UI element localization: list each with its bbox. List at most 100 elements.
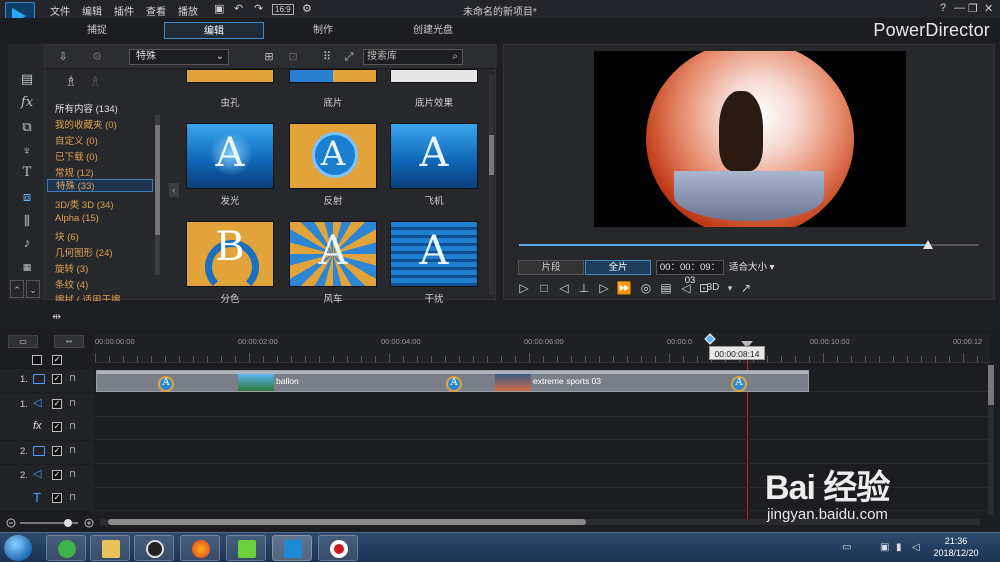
expand-up-icon[interactable]: ⌃ xyxy=(10,280,24,298)
menu-edit[interactable]: 编辑 xyxy=(82,3,102,18)
category-item[interactable]: 几何图形 (24) xyxy=(55,245,113,259)
tab-edit[interactable]: 编辑 xyxy=(164,22,264,39)
track-enable-checkbox[interactable]: ✓ xyxy=(52,470,62,480)
fit-timeline-icon[interactable]: ⇿ xyxy=(54,335,84,348)
track-lock-icon[interactable]: ⊓ xyxy=(69,398,78,409)
track-enable-checkbox[interactable]: ✓ xyxy=(52,493,62,503)
track-lock-icon[interactable]: ⊓ xyxy=(69,421,78,432)
transition-thumbnail[interactable] xyxy=(390,69,478,83)
transition-marker-icon[interactable] xyxy=(731,376,747,392)
preview-scrub-handle[interactable] xyxy=(923,240,934,249)
title-icon[interactable]: T xyxy=(18,164,36,182)
library-scrollbar[interactable] xyxy=(489,75,494,295)
settings-gear-icon[interactable]: ⚙ xyxy=(302,2,312,15)
fast-forward-icon[interactable]: ⏩ xyxy=(616,280,632,296)
voice-icon[interactable]: ♪ xyxy=(18,234,36,252)
video-preview[interactable] xyxy=(594,51,906,227)
fx-icon[interactable]: fx xyxy=(18,94,36,112)
remove-favorite-icon[interactable]: ♗ xyxy=(87,73,103,89)
particle-icon[interactable]: ♆ xyxy=(18,142,36,160)
tab-capture[interactable]: 捕捉 xyxy=(47,22,147,39)
transition-thumbnail-reflect[interactable]: A xyxy=(289,123,377,189)
stop-icon[interactable]: □ xyxy=(536,280,552,296)
track-lock-icon[interactable]: ⊓ xyxy=(69,445,78,456)
undo-icon[interactable]: ↶ xyxy=(234,2,243,15)
ie-icon[interactable] xyxy=(46,535,86,561)
menu-view[interactable]: 查看 xyxy=(146,3,166,18)
qq-icon[interactable] xyxy=(134,535,174,561)
category-item[interactable]: 旋转 (3) xyxy=(55,261,88,275)
recorder-icon[interactable] xyxy=(318,535,358,561)
timeline-zoom-control[interactable] xyxy=(6,517,96,529)
previous-frame-icon[interactable]: ◁ xyxy=(556,280,572,296)
play-icon[interactable]: ▷ xyxy=(516,280,532,296)
restore-button[interactable]: ❐ xyxy=(968,2,978,15)
3d-dropdown-icon[interactable]: ▾ xyxy=(722,280,738,296)
category-item[interactable]: 我的收藏夹 (0) xyxy=(55,117,117,131)
resize-icon[interactable]: ⤢ xyxy=(341,49,357,65)
timeline-horizontal-scroll-thumb[interactable] xyxy=(108,519,586,525)
tray-security-icon[interactable]: ▣ xyxy=(880,542,892,553)
library-scroll-thumb[interactable] xyxy=(489,135,494,175)
add-favorite-icon[interactable]: ♗ xyxy=(63,73,79,89)
help-button[interactable]: ? xyxy=(940,2,946,14)
track-row-fx[interactable]: fx ✓ ⊓ xyxy=(0,417,990,440)
start-button[interactable] xyxy=(4,535,32,561)
track-lock-icon[interactable]: ⊓ xyxy=(69,492,78,503)
transition-icon[interactable]: ⧈ xyxy=(18,188,36,206)
all-tracks-checkbox[interactable]: ✓ xyxy=(52,355,62,365)
category-item-selected[interactable]: 特殊 (33) xyxy=(47,179,153,192)
tab-create-disc[interactable]: 创建光盘 xyxy=(383,22,483,39)
designer-icon[interactable]: ⊡ xyxy=(285,49,301,65)
timeline-ruler[interactable]: 00:00:00:00 00:00:02:00 00:00:04:00 00:00:0… xyxy=(95,333,990,363)
popout-icon[interactable]: ↗ xyxy=(738,280,754,296)
firefox-icon[interactable] xyxy=(180,535,220,561)
marker-icon[interactable] xyxy=(701,333,719,345)
transition-thumbnail-split[interactable]: B xyxy=(186,221,274,287)
track-enable-checkbox[interactable]: ✓ xyxy=(52,399,62,409)
minimize-button[interactable]: — xyxy=(954,2,965,14)
redo-icon[interactable]: ↷ xyxy=(254,2,263,15)
split-icon[interactable]: ⊥ xyxy=(576,280,592,296)
search-icon[interactable]: ⌕ xyxy=(452,50,458,64)
aspect-ratio-button[interactable]: 16:9 xyxy=(272,4,294,15)
pip-icon[interactable]: ⧉ xyxy=(18,118,36,136)
media-room-icon[interactable]: ▤ xyxy=(18,70,36,88)
category-item[interactable]: 所有内容 (134) xyxy=(55,101,118,115)
preview-scrub-remaining[interactable] xyxy=(928,244,979,246)
fit-size-select[interactable]: 适合大小 ▾ xyxy=(729,260,789,275)
expand-down-icon[interactable]: ⌄ xyxy=(26,280,40,298)
tray-keyboard-icon[interactable]: ▭ xyxy=(842,542,854,553)
close-button[interactable]: ✕ xyxy=(984,2,993,15)
library-search-input[interactable]: 搜索库 ⌕ xyxy=(363,49,463,65)
chapter-icon[interactable]: ▦ xyxy=(18,258,36,276)
track-row-audio[interactable]: 1. ✓ ⊓ xyxy=(0,394,990,417)
plugin-icon[interactable]: ⚙ xyxy=(89,49,105,65)
track-lock-icon[interactable]: ⊓ xyxy=(69,373,78,384)
grid-view-icon[interactable]: ⠿ xyxy=(319,49,335,65)
tray-volume-icon[interactable]: ◁ xyxy=(912,542,924,553)
menu-file[interactable]: 文件 xyxy=(50,3,70,18)
add-to-timeline-icon[interactable]: ⊞ xyxy=(261,49,277,65)
transition-thumbnail[interactable] xyxy=(289,69,377,83)
timeline-vertical-scroll-thumb[interactable] xyxy=(988,365,994,405)
snapshot-icon[interactable]: ◎ xyxy=(638,280,654,296)
all-tracks-box[interactable] xyxy=(32,355,42,365)
menu-plugins[interactable]: 插件 xyxy=(114,3,134,18)
category-scroll-thumb[interactable] xyxy=(155,125,160,235)
category-item[interactable]: 擦拭 ( 适用于擦 xyxy=(55,292,120,301)
tray-network-icon[interactable]: ▮ xyxy=(896,542,908,553)
transition-marker-icon[interactable] xyxy=(446,376,462,392)
category-item[interactable]: 常规 (12) xyxy=(55,165,94,179)
timecode-display[interactable]: 00：00：09：03 xyxy=(656,260,724,286)
clip-mode-button[interactable]: 片段 xyxy=(518,260,584,275)
track-manager-icon[interactable]: ▭ xyxy=(8,335,38,348)
transition-thumbnail[interactable] xyxy=(186,69,274,83)
next-frame-icon[interactable]: ▷ xyxy=(596,280,612,296)
save-icon[interactable]: ▣ xyxy=(214,2,224,15)
powerdirector-icon[interactable] xyxy=(272,535,312,561)
collapse-category-button[interactable]: ‹ xyxy=(169,183,179,197)
menu-playback[interactable]: 播放 xyxy=(178,3,198,18)
category-item[interactable]: Alpha (15) xyxy=(55,213,99,224)
transition-thumbnail-glow[interactable]: A xyxy=(186,123,274,189)
